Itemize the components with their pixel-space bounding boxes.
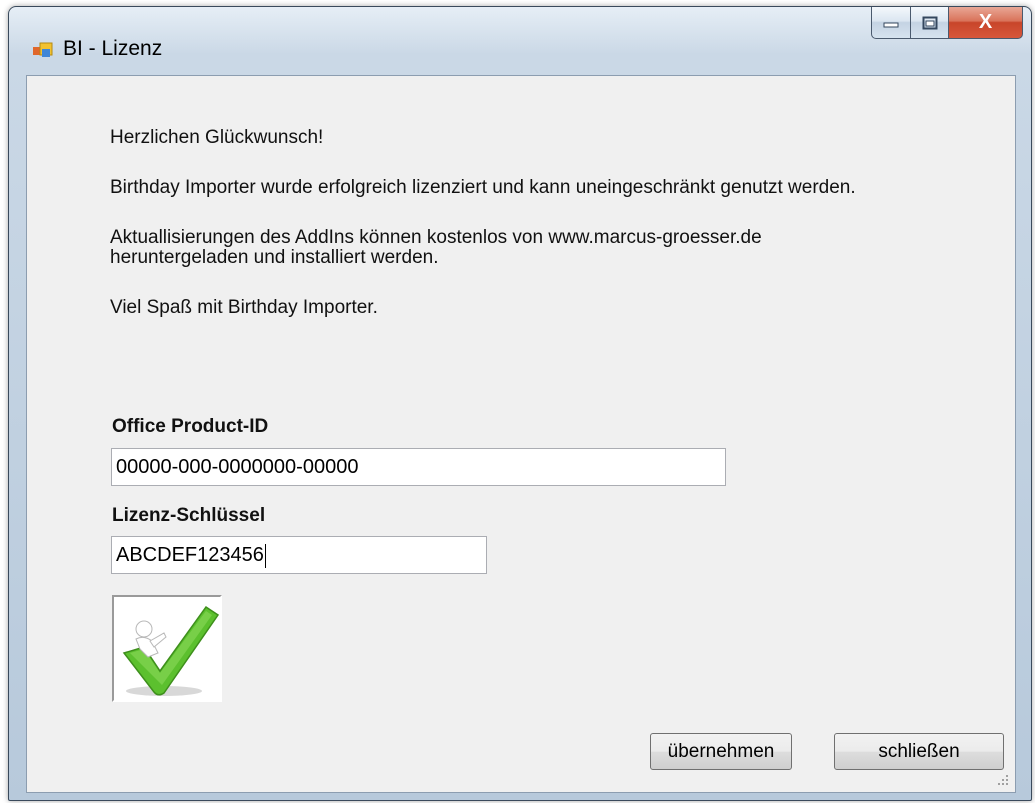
dialog-content: Herzlichen Glückwunsch! Birthday Importe… [26,75,1016,793]
resize-grip-icon[interactable] [997,774,1009,786]
minimize-icon [883,22,899,27]
license-key-value: ABCDEF123456 [116,544,264,566]
enjoy-text: Viel Spaß mit Birthday Importer. [110,297,378,318]
maximize-button[interactable] [911,7,949,39]
app-window-icon [33,42,53,57]
license-dialog: BI - Lizenz X Herzlichen Glückwunsch! Bi… [8,6,1032,801]
apply-button[interactable]: übernehmen [650,733,792,770]
updates-text-line2: heruntergeladen und installiert werden. [110,247,439,268]
maximize-icon [922,16,937,29]
licensed-text: Birthday Importer wurde erfolgreich lize… [110,177,856,198]
window-title: BI - Lizenz [63,37,163,60]
close-icon: X [978,11,993,33]
product-id-field[interactable]: 00000-000-0000000-00000 [111,448,726,486]
updates-text-line1: Aktuallisierungen des AddIns können kost… [110,227,762,248]
minimize-button[interactable] [871,7,911,39]
checkmark-figure-icon [122,605,220,696]
product-id-label: Office Product-ID [112,416,269,437]
close-button[interactable]: X [949,7,1023,39]
title-bar[interactable]: BI - Lizenz X [9,7,1031,75]
product-id-value: 00000-000-0000000-00000 [116,456,359,478]
text-caret [264,543,266,568]
caption-buttons: X [871,7,1023,41]
license-key-field[interactable]: ABCDEF123456 [111,536,487,574]
license-key-label: Lizenz-Schlüssel [112,505,266,526]
close-dialog-button[interactable]: schließen [834,733,1004,770]
success-picture [112,595,222,702]
congrats-text: Herzlichen Glückwunsch! [110,127,324,148]
